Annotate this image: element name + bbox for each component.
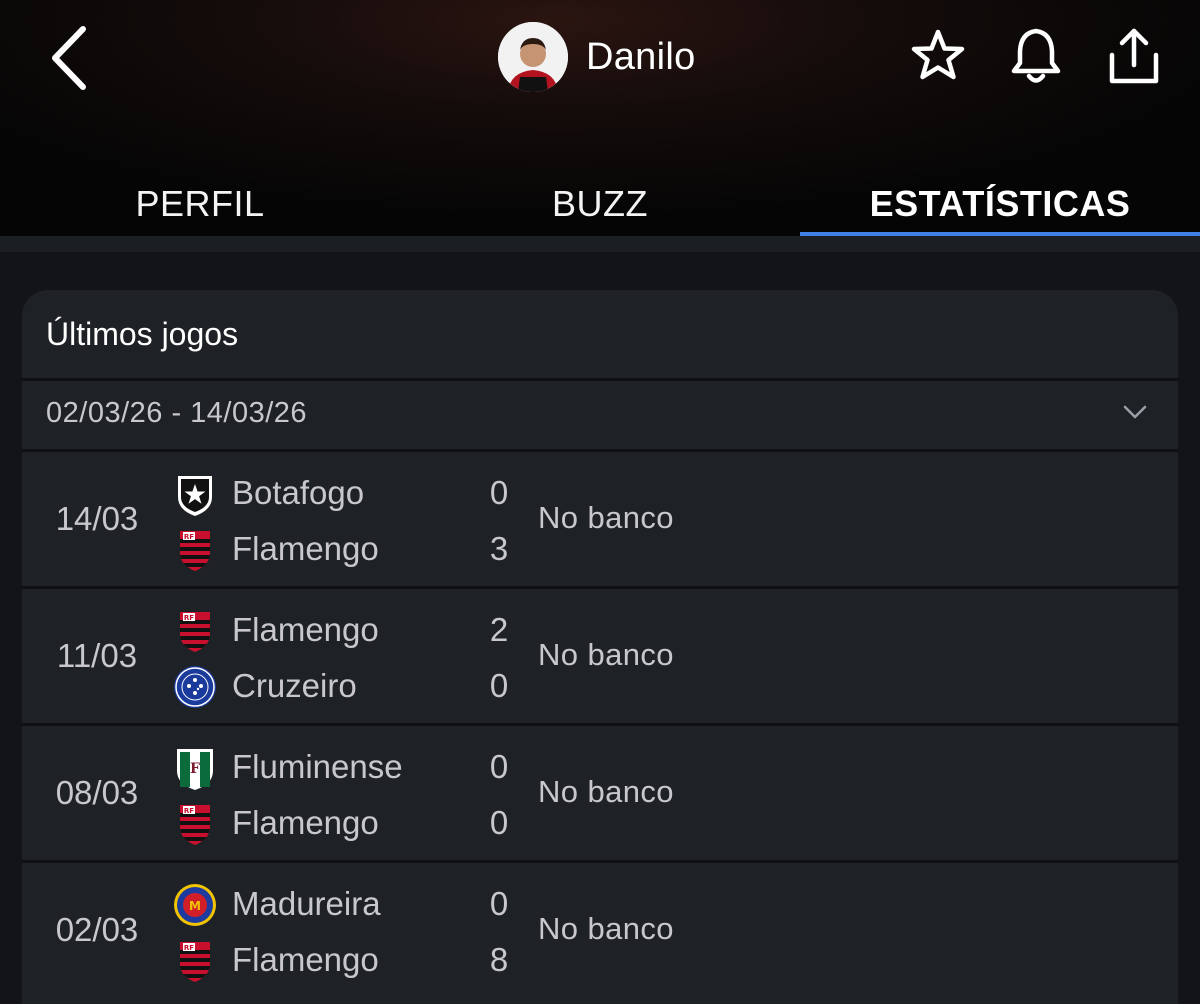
- team-name: Flamengo: [232, 611, 379, 648]
- team-name: Flamengo: [232, 530, 379, 567]
- team-score: 8: [489, 941, 509, 978]
- divider: [0, 236, 1200, 252]
- away-team: Cruzeiro 0: [172, 662, 522, 712]
- chevron-left-icon: [52, 26, 86, 90]
- team-name: Flamengo: [232, 941, 379, 978]
- chevron-down-icon: [1123, 405, 1147, 419]
- date-range-selector[interactable]: 02/03/26 - 14/03/26: [22, 381, 1178, 449]
- tab-estatisticas[interactable]: ESTATÍSTICAS: [800, 166, 1200, 238]
- botafogo-crest-icon: [172, 471, 218, 517]
- team-score: 0: [489, 474, 509, 511]
- player-header[interactable]: Danilo: [498, 22, 696, 92]
- cruzeiro-crest-icon: [172, 664, 218, 710]
- team-score: 0: [489, 804, 509, 841]
- team-score: 3: [489, 530, 509, 567]
- home-team: Madureira 0: [172, 880, 522, 930]
- favorite-button[interactable]: [906, 24, 970, 88]
- team-name: Botafogo: [232, 474, 365, 511]
- home-team: Fluminense 0: [172, 743, 522, 793]
- match-status: No banco: [538, 500, 674, 535]
- avatar: [498, 22, 568, 92]
- match-row[interactable]: 02/03 Madureira 0 Flamengo 8 No banco: [22, 860, 1178, 994]
- notifications-button[interactable]: [1004, 24, 1068, 88]
- flamengo-crest-icon: [172, 608, 218, 654]
- card-title: Últimos jogos: [46, 316, 239, 352]
- team-score: 2: [489, 611, 509, 648]
- home-team: Botafogo 0: [172, 469, 522, 519]
- team-name: Flamengo: [232, 804, 379, 841]
- player-name: Danilo: [586, 35, 696, 78]
- match-row[interactable]: 14/03 Botafogo 0 Flamengo 3 No banco: [22, 449, 1178, 583]
- match-status: No banco: [538, 911, 674, 946]
- last-games-card: Últimos jogos 02/03/26 - 14/03/26 14/03 B…: [22, 290, 1178, 1004]
- match-date: 08/03: [55, 774, 139, 811]
- match-row[interactable]: 08/03 Fluminense 0 Flamengo 0 No banco: [22, 723, 1178, 857]
- tab-perfil[interactable]: PERFIL: [0, 166, 400, 238]
- team-name: Madureira: [232, 885, 381, 922]
- away-team: Flamengo 0: [172, 799, 522, 849]
- match-date: 02/03: [55, 911, 139, 948]
- top-header: Danilo PERFIL BUZZ ESTATÍSTICAS: [0, 0, 1200, 238]
- star-icon: [911, 29, 965, 80]
- team-score: 0: [489, 885, 509, 922]
- match-status: No banco: [538, 637, 674, 672]
- away-team: Flamengo 8: [172, 936, 522, 986]
- fluminense-crest-icon: [172, 745, 218, 791]
- away-team: Flamengo 3: [172, 525, 522, 575]
- share-icon: [1109, 28, 1159, 84]
- team-score: 0: [489, 667, 509, 704]
- back-button[interactable]: [34, 18, 104, 98]
- team-name: Fluminense: [232, 748, 403, 785]
- match-row[interactable]: 11/03 Flamengo 2 Cruzeiro 0 No banco: [22, 586, 1178, 720]
- flamengo-crest-icon: [172, 527, 218, 573]
- match-status: No banco: [538, 774, 674, 809]
- madureira-crest-icon: [172, 882, 218, 928]
- date-range-text: 02/03/26 - 14/03/26: [46, 397, 308, 429]
- bell-icon: [1011, 28, 1061, 83]
- share-button[interactable]: [1102, 24, 1166, 88]
- match-date: 14/03: [55, 500, 139, 537]
- team-score: 0: [489, 748, 509, 785]
- flamengo-crest-icon: [172, 938, 218, 984]
- match-date: 11/03: [56, 637, 138, 674]
- tab-buzz[interactable]: BUZZ: [400, 166, 800, 238]
- flamengo-crest-icon: [172, 801, 218, 847]
- home-team: Flamengo 2: [172, 606, 522, 656]
- team-name: Cruzeiro: [232, 667, 357, 704]
- tab-bar: PERFIL BUZZ ESTATÍSTICAS: [0, 166, 1200, 238]
